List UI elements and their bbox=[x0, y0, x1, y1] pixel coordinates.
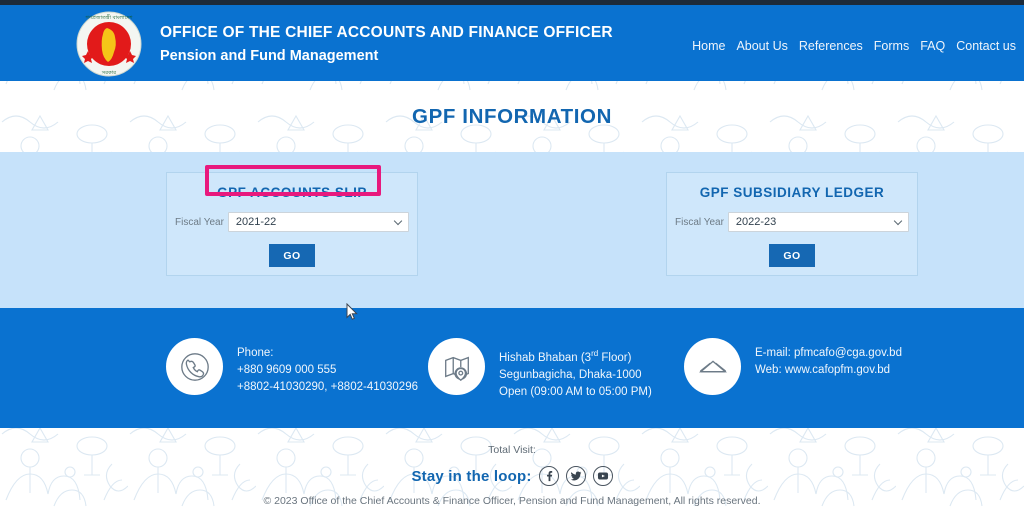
gpf-accounts-slip-panel: GPF ACCOUNTS SLIP Fiscal Year 2021-22 GO bbox=[166, 165, 418, 276]
website-url: Web: www.cafopfm.gov.bd bbox=[755, 364, 891, 376]
fiscal-year-row-left: Fiscal Year 2021-22 bbox=[167, 212, 417, 232]
brand-title-primary: OFFICE OF THE CHIEF ACCOUNTS AND FINANCE… bbox=[160, 24, 613, 41]
nav-item-forms[interactable]: Forms bbox=[874, 39, 909, 53]
footer-address-text: Hishab Bhaban (3rd Floor) Segunbagicha, … bbox=[499, 338, 652, 401]
address-opening-hours: Open (09:00 AM to 05:00 PM) bbox=[499, 385, 652, 398]
go-row-left: GO bbox=[167, 244, 417, 267]
twitter-icon[interactable] bbox=[565, 466, 586, 486]
nav-item-home[interactable]: Home bbox=[692, 39, 725, 53]
phone-number-2: +8802-41030290, +8802-41030296 bbox=[237, 381, 418, 393]
nav-item-references[interactable]: References bbox=[799, 39, 863, 53]
social-row: Stay in the loop: bbox=[0, 466, 1024, 486]
total-visit-label: Total Visit: bbox=[488, 444, 536, 456]
site-brand: OFFICE OF THE CHIEF ACCOUNTS AND FINANCE… bbox=[160, 23, 613, 66]
site-header: গণপ্রজাতন্ত্রী বাংলাদেশ সরকার OFFICE OF … bbox=[0, 5, 1024, 81]
footer-phone-block: Phone: +880 9609 000 555 +8802-41030290,… bbox=[166, 338, 418, 396]
address-line-1: Hishab Bhaban (3rd Floor) bbox=[499, 345, 652, 367]
email-address: E-mail: pfmcafo@cga.gov.bd bbox=[755, 347, 902, 359]
chevron-down-icon bbox=[395, 218, 403, 226]
go-row-right: GO bbox=[667, 244, 917, 267]
fiscal-year-value-left: 2021-22 bbox=[235, 216, 277, 228]
mouse-cursor bbox=[346, 303, 358, 320]
nav-item-about-us[interactable]: About Us bbox=[736, 39, 787, 53]
gpf-options-band: GPF ACCOUNTS SLIP Fiscal Year 2021-22 GO… bbox=[0, 152, 1024, 308]
government-emblem: গণপ্রজাতন্ত্রী বাংলাদেশ সরকার bbox=[76, 11, 142, 77]
nav-item-faq[interactable]: FAQ bbox=[920, 39, 945, 53]
page-title-band: GPF INFORMATION bbox=[0, 81, 1024, 152]
fiscal-year-label-right: Fiscal Year bbox=[675, 216, 724, 228]
address-floor-word: Floor) bbox=[598, 351, 632, 364]
fiscal-year-select-right[interactable]: 2022-23 bbox=[727, 212, 909, 232]
footer-email-block: E-mail: pfmcafo@cga.gov.bd Web: www.cafo… bbox=[684, 338, 902, 395]
page-title: GPF INFORMATION bbox=[412, 104, 612, 128]
facebook-icon[interactable] bbox=[538, 466, 559, 486]
stay-in-the-loop-label: Stay in the loop: bbox=[411, 467, 532, 485]
address-line-2: Segunbagicha, Dhaka-1000 bbox=[499, 368, 642, 381]
main-navigation: Home About Us References Forms FAQ Conta… bbox=[692, 39, 1016, 53]
chevron-down-icon bbox=[895, 218, 903, 226]
footer-address-block: Hishab Bhaban (3rd Floor) Segunbagicha, … bbox=[428, 338, 652, 401]
footer-email-text: E-mail: pfmcafo@cga.gov.bd Web: www.cafo… bbox=[755, 338, 902, 379]
youtube-icon[interactable] bbox=[592, 466, 613, 486]
footer-phone-text: Phone: +880 9609 000 555 +8802-41030290,… bbox=[237, 338, 418, 396]
phone-icon bbox=[166, 338, 223, 395]
fiscal-year-row-right: Fiscal Year 2022-23 bbox=[667, 212, 917, 232]
go-button-subsidiary-ledger[interactable]: GO bbox=[769, 244, 815, 267]
go-button-accounts-slip[interactable]: GO bbox=[269, 244, 315, 267]
svg-text:গণপ্রজাতন্ত্রী বাংলাদেশ: গণপ্রজাতন্ত্রী বাংলাদেশ bbox=[85, 14, 133, 21]
phone-number-1: +880 9609 000 555 bbox=[237, 364, 337, 376]
nav-item-contact-us[interactable]: Contact us bbox=[956, 39, 1016, 53]
address-building: Hishab Bhaban (3 bbox=[499, 351, 592, 364]
brand-title-secondary: Pension and Fund Management bbox=[160, 48, 379, 64]
gpf-subsidiary-ledger-panel: GPF SUBSIDIARY LEDGER Fiscal Year 2022-2… bbox=[666, 172, 918, 276]
fiscal-year-label-left: Fiscal Year bbox=[175, 216, 224, 228]
svg-text:সরকার: সরকার bbox=[101, 70, 116, 76]
copyright-text: © 2023 Office of the Chief Accounts & Fi… bbox=[263, 495, 761, 507]
fiscal-year-select-left[interactable]: 2021-22 bbox=[227, 212, 409, 232]
gpf-subsidiary-ledger-title: GPF SUBSIDIARY LEDGER bbox=[699, 185, 885, 200]
map-pin-icon bbox=[428, 338, 485, 395]
phone-label: Phone: bbox=[237, 347, 274, 359]
envelope-icon bbox=[684, 338, 741, 395]
gpf-accounts-slip-title: GPF ACCOUNTS SLIP bbox=[217, 185, 367, 200]
fiscal-year-value-right: 2022-23 bbox=[735, 216, 777, 228]
contact-footer-band: Phone: +880 9609 000 555 +8802-41030290,… bbox=[0, 308, 1024, 428]
